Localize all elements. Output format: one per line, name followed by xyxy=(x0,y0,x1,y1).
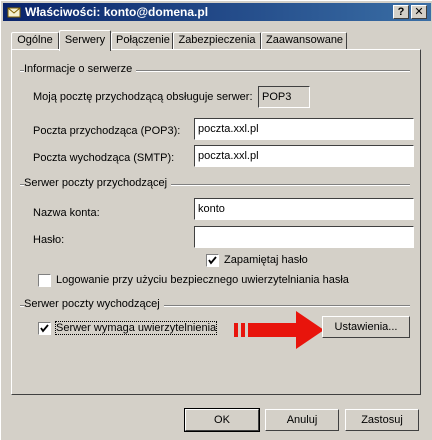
account-name-label: Nazwa konta: xyxy=(33,207,100,219)
apply-button[interactable]: Zastosuj xyxy=(345,409,419,431)
checkmark-icon xyxy=(208,256,217,265)
close-button[interactable]: ✕ xyxy=(411,5,427,19)
pop3-label: Poczta przychodząca (POP3): xyxy=(33,125,181,137)
incoming-server-type-label: Moją pocztę przychodzącą obsługuje serwe… xyxy=(33,91,253,103)
checkmark-icon xyxy=(40,324,49,333)
remember-password-label[interactable]: Zapamiętaj hasło xyxy=(224,254,308,266)
tab-general[interactable]: Ogólne xyxy=(11,32,59,49)
outgoing-group-title: Serwer poczty wychodzącej xyxy=(24,298,164,310)
tab-advanced[interactable]: Zaawansowane xyxy=(261,32,347,49)
spa-checkbox[interactable] xyxy=(38,274,51,287)
cancel-button[interactable]: Anuluj xyxy=(265,409,339,431)
outgoing-settings-button[interactable]: Ustawienia... xyxy=(322,316,410,338)
tab-servers[interactable]: Serwery xyxy=(59,30,111,51)
smtp-auth-checkbox[interactable] xyxy=(38,322,51,335)
password-label: Hasło: xyxy=(33,234,65,246)
mail-account-icon xyxy=(7,7,21,18)
account-name-input[interactable]: konto xyxy=(194,198,414,220)
pop3-server-input[interactable]: poczta.xxl.pl xyxy=(194,118,414,140)
properties-dialog: Właściwości: konto@domena.pl ? ✕ Ogólne … xyxy=(0,0,432,440)
spa-label[interactable]: Logowanie przy użyciu bezpiecznego uwier… xyxy=(56,274,349,286)
password-input[interactable] xyxy=(194,226,414,248)
tab-security[interactable]: Zabezpieczenia xyxy=(173,32,261,49)
title-bar[interactable]: Właściwości: konto@domena.pl ? ✕ xyxy=(3,3,431,21)
server-info-group-title: Informacje o serwerze xyxy=(24,63,137,75)
window-title: Właściwości: konto@domena.pl xyxy=(25,5,209,19)
red-arrow-icon xyxy=(234,311,324,349)
smtp-server-input[interactable]: poczta.xxl.pl xyxy=(194,145,414,167)
smtp-auth-label[interactable]: Serwer wymaga uwierzytelnienia xyxy=(54,321,218,335)
servers-panel: Informacje o serwerze Moją pocztę przych… xyxy=(11,49,421,395)
help-button[interactable]: ? xyxy=(393,5,409,19)
ok-button[interactable]: OK xyxy=(184,408,260,432)
smtp-label: Poczta wychodząca (SMTP): xyxy=(33,152,175,164)
tab-connection[interactable]: Połączenie xyxy=(111,32,173,49)
remember-password-checkbox[interactable] xyxy=(206,254,219,267)
incoming-server-type-value: POP3 xyxy=(258,86,310,108)
incoming-group-title: Serwer poczty przychodzącej xyxy=(24,177,172,189)
